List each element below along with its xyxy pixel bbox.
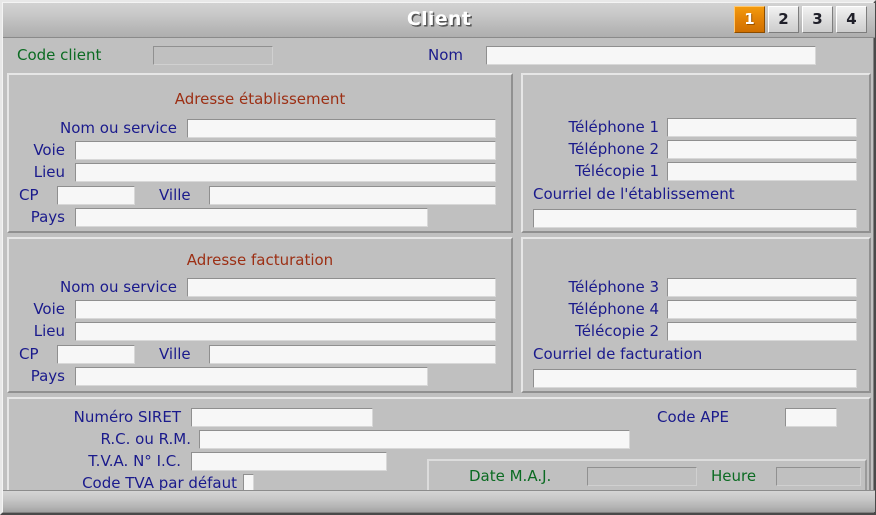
code-client-field	[153, 46, 273, 65]
code-ape-label: Code APE	[657, 408, 729, 426]
telephone-1-field[interactable]	[667, 118, 857, 137]
telephone-3-field[interactable]	[667, 278, 857, 297]
numero-siret-field[interactable]	[191, 408, 373, 427]
date-maj-label: Date M.A.J.	[469, 467, 552, 485]
telecopie-2-field[interactable]	[667, 322, 857, 341]
date-maj-field	[587, 467, 697, 486]
factur-voie-label: Voie	[33, 300, 65, 318]
nom-field[interactable]	[486, 46, 816, 65]
status-bar	[3, 490, 875, 512]
telephone-4-label: Téléphone 4	[568, 300, 660, 318]
nom-label: Nom	[428, 46, 464, 64]
telephone-2-field[interactable]	[667, 140, 857, 159]
telecopie-1-field[interactable]	[667, 162, 857, 181]
factur-nom-service-label: Nom ou service	[60, 278, 177, 296]
numero-siret-label: Numéro SIRET	[73, 408, 181, 426]
rc-rm-field[interactable]	[199, 430, 630, 449]
telephone-3-label: Téléphone 3	[568, 278, 660, 296]
adresse-facturation-title: Adresse facturation	[186, 251, 334, 269]
telephone-1-label: Téléphone 1	[568, 118, 660, 136]
tab-bar: 1 2 3 4	[734, 6, 867, 33]
factur-lieu-label: Lieu	[33, 322, 65, 340]
etab-pays-field[interactable]	[75, 208, 428, 227]
etab-ville-label: Ville	[159, 186, 191, 204]
tab-2[interactable]: 2	[768, 6, 799, 33]
telephone-4-field[interactable]	[667, 300, 857, 319]
etab-pays-label: Pays	[30, 208, 65, 226]
courriel-etablissement-field[interactable]	[533, 209, 857, 228]
tva-numero-ic-label: T.V.A. N° I.C.	[88, 452, 181, 470]
panel-contact-etablissement: Téléphone 1 Téléphone 2 Télécopie 1 Cour…	[521, 73, 871, 233]
etab-nom-service-field[interactable]	[187, 119, 496, 138]
tab-1[interactable]: 1	[734, 6, 765, 33]
factur-nom-service-field[interactable]	[187, 278, 496, 297]
client-form-window: Client 1 2 3 4 Code client Nom Adresse é…	[0, 0, 876, 515]
telephone-2-label: Téléphone 2	[568, 140, 660, 158]
etab-lieu-field[interactable]	[75, 163, 496, 182]
telecopie-2-label: Télécopie 2	[575, 322, 659, 340]
factur-ville-label: Ville	[159, 345, 191, 363]
etab-cp-field[interactable]	[57, 186, 135, 205]
factur-pays-field[interactable]	[75, 367, 428, 386]
panel-contact-facturation: Téléphone 3 Téléphone 4 Télécopie 2 Cour…	[521, 237, 871, 393]
header-row: Code client Nom	[3, 38, 875, 71]
factur-cp-label: CP	[19, 345, 39, 363]
heure-label: Heure	[711, 467, 757, 485]
panel-adresse-etablissement: Adresse établissement Nom ou service Voi…	[7, 73, 513, 233]
code-ape-field[interactable]	[785, 408, 837, 427]
code-client-label: Code client	[17, 46, 102, 64]
factur-cp-field[interactable]	[57, 345, 135, 364]
heure-field	[776, 467, 861, 486]
panel-adresse-facturation: Adresse facturation Nom ou service Voie …	[7, 237, 513, 393]
tva-numero-ic-field[interactable]	[191, 452, 387, 471]
adresse-etablissement-title: Adresse établissement	[174, 90, 346, 108]
title-bar: Client 1 2 3 4	[3, 3, 875, 38]
panel-mise-a-jour: Date M.A.J. Heure	[427, 459, 867, 492]
etab-lieu-label: Lieu	[33, 163, 65, 181]
factur-voie-field[interactable]	[75, 300, 496, 319]
etab-voie-field[interactable]	[75, 141, 496, 160]
courriel-facturation-field[interactable]	[533, 369, 857, 388]
etab-nom-service-label: Nom ou service	[60, 119, 177, 137]
factur-ville-field[interactable]	[209, 345, 496, 364]
courriel-facturation-label: Courriel de facturation	[533, 345, 703, 363]
etab-ville-field[interactable]	[209, 186, 496, 205]
tab-3[interactable]: 3	[802, 6, 833, 33]
factur-pays-label: Pays	[30, 367, 65, 385]
telecopie-1-label: Télécopie 1	[575, 162, 659, 180]
factur-lieu-field[interactable]	[75, 322, 496, 341]
etab-voie-label: Voie	[33, 141, 65, 159]
window-inner-frame: Client 1 2 3 4 Code client Nom Adresse é…	[2, 2, 875, 513]
etab-cp-label: CP	[19, 186, 39, 204]
courriel-etablissement-label: Courriel de l'établissement	[533, 185, 735, 203]
rc-rm-label: R.C. ou R.M.	[100, 430, 191, 448]
tab-4[interactable]: 4	[836, 6, 867, 33]
